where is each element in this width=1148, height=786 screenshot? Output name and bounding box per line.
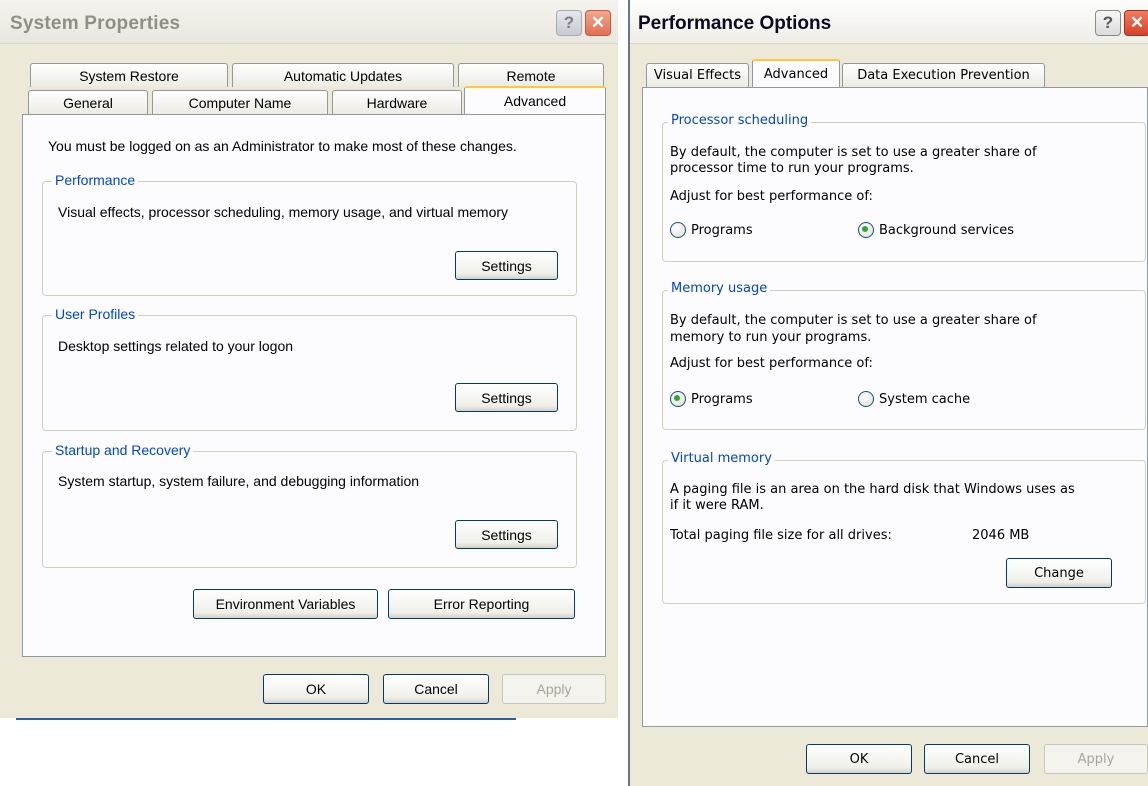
radio-label: Background services — [879, 222, 1015, 238]
change-button[interactable]: Change — [1006, 558, 1112, 588]
tab-label: Advanced — [763, 66, 829, 82]
tab-automatic-updates[interactable]: Automatic Updates — [232, 63, 454, 87]
paging-file-label: Total paging file size for all drives: — [670, 528, 892, 543]
help-button[interactable]: ? — [1095, 10, 1121, 36]
apply-button[interactable]: Apply — [1044, 744, 1148, 774]
button-label: Settings — [481, 526, 532, 543]
processor-description-line1: By default, the computer is set to use a… — [670, 145, 1037, 160]
environment-variables-button[interactable]: Environment Variables — [193, 589, 378, 619]
window-title: Performance Options — [638, 13, 832, 34]
memory-radio-system-cache[interactable]: System cache — [858, 391, 970, 407]
memory-radio-programs[interactable]: Programs — [670, 391, 753, 407]
button-label: Apply — [1077, 751, 1115, 767]
tab-label: Computer Name — [188, 94, 292, 111]
tab-remote[interactable]: Remote — [458, 63, 604, 87]
tab-visual-effects[interactable]: Visual Effects — [646, 63, 749, 87]
cancel-button[interactable]: Cancel — [924, 744, 1030, 774]
radio-label: System cache — [879, 391, 971, 407]
paging-file-value: 2046 MB — [972, 528, 1030, 543]
title-bar[interactable]: System Properties ? ✕ — [0, 0, 618, 44]
processor-description-line2: processor time to run your programs. — [670, 161, 914, 176]
tab-label: Automatic Updates — [283, 67, 403, 84]
tab-label: Advanced — [503, 93, 567, 109]
tab-computer-name[interactable]: Computer Name — [152, 90, 328, 114]
ok-button[interactable]: OK — [263, 674, 369, 704]
user-profiles-description: Desktop settings related to your logon — [58, 338, 294, 354]
close-button[interactable]: ✕ — [1124, 10, 1148, 36]
tab-general[interactable]: General — [28, 90, 148, 114]
tab-data-execution-prevention[interactable]: Data Execution Prevention — [842, 63, 1045, 87]
processor-radio-programs[interactable]: Programs — [670, 222, 753, 238]
title-bar[interactable]: Performance Options ? ✕ — [630, 0, 1148, 44]
processor-scheduling-title: Processor scheduling — [668, 113, 812, 128]
user-profiles-group — [42, 315, 577, 431]
button-label: OK — [305, 681, 327, 697]
system-properties-window: System Properties ? ✕ System Restore Aut… — [0, 0, 618, 718]
tab-label: General — [63, 94, 113, 111]
performance-options-window: Performance Options ? ✕ Visual Effects D… — [628, 0, 1148, 786]
virtual-memory-description-line1: A paging file is an area on the hard dis… — [670, 482, 1075, 497]
radio-button-icon[interactable] — [670, 222, 686, 238]
startup-recovery-group — [42, 451, 577, 568]
virtual-memory-description-line2: if it were RAM. — [670, 498, 764, 513]
button-label: Cancel — [954, 751, 1000, 767]
memory-description-line1: By default, the computer is set to use a… — [670, 313, 1037, 328]
tab-advanced[interactable]: Advanced — [752, 59, 840, 87]
tab-label: Hardware — [366, 94, 428, 111]
tab-system-restore[interactable]: System Restore — [30, 63, 228, 87]
performance-description: Visual effects, processor scheduling, me… — [58, 204, 509, 220]
virtual-memory-title: Virtual memory — [668, 451, 775, 466]
radio-button-selected-icon[interactable] — [670, 391, 686, 407]
memory-adjust-label: Adjust for best performance of: — [670, 356, 873, 371]
processor-adjust-label: Adjust for best performance of: — [670, 189, 873, 204]
user-profiles-settings-button[interactable]: Settings — [455, 383, 558, 412]
apply-button[interactable]: Apply — [502, 674, 606, 704]
button-label: Apply — [536, 681, 572, 697]
cancel-button[interactable]: Cancel — [383, 674, 489, 704]
radio-button-icon[interactable] — [858, 391, 874, 407]
close-icon: ✕ — [1129, 13, 1145, 32]
tab-label: System Restore — [79, 67, 179, 84]
performance-settings-button[interactable]: Settings — [455, 251, 558, 280]
button-label: Error Reporting — [433, 596, 530, 612]
startup-recovery-description: System startup, system failure, and debu… — [58, 473, 420, 489]
button-label: Cancel — [414, 681, 458, 697]
button-label: Settings — [481, 257, 532, 274]
close-icon: ✕ — [590, 13, 606, 32]
performance-group-title: Performance — [52, 172, 139, 188]
button-label: Settings — [481, 389, 532, 406]
help-button[interactable]: ? — [556, 10, 582, 36]
tab-label: Data Execution Prevention — [857, 68, 1030, 83]
tab-label: Visual Effects — [653, 68, 742, 83]
radio-button-selected-icon[interactable] — [858, 222, 874, 238]
memory-description-line2: memory to run your programs. — [670, 330, 872, 345]
close-button[interactable]: ✕ — [585, 10, 611, 36]
memory-usage-title: Memory usage — [668, 281, 771, 296]
admin-note: You must be logged on as an Administrato… — [48, 138, 517, 154]
processor-radio-background-services[interactable]: Background services — [858, 222, 1014, 238]
startup-recovery-group-title: Startup and Recovery — [52, 442, 194, 458]
window-title: System Properties — [10, 13, 181, 34]
button-label: Environment Variables — [215, 596, 356, 612]
error-reporting-button[interactable]: Error Reporting — [388, 589, 575, 619]
user-profiles-group-title: User Profiles — [52, 306, 139, 322]
radio-label: Programs — [691, 391, 753, 407]
window-bottom-edge — [16, 718, 516, 720]
radio-label: Programs — [691, 222, 753, 238]
tab-hardware[interactable]: Hardware — [332, 90, 462, 114]
tab-label: Remote — [506, 67, 556, 84]
ok-button[interactable]: OK — [806, 744, 912, 774]
button-label: Change — [1034, 565, 1084, 581]
button-label: OK — [849, 751, 869, 767]
startup-recovery-settings-button[interactable]: Settings — [455, 520, 558, 549]
tab-advanced[interactable]: Advanced — [464, 86, 606, 114]
help-icon: ? — [1102, 13, 1114, 32]
help-icon: ? — [563, 13, 575, 32]
